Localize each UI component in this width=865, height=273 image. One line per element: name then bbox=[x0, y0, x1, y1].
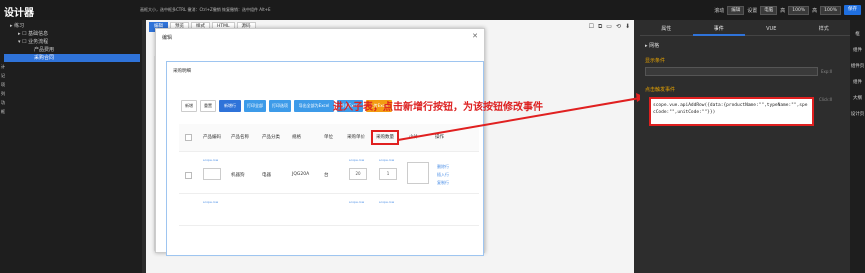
subform-col-header: 产品编码 bbox=[203, 135, 221, 140]
device-select[interactable]: 电脑 bbox=[760, 5, 778, 15]
edge-label[interactable]: 组件 bbox=[850, 80, 865, 86]
scope-row-link: scope.row bbox=[379, 200, 395, 204]
save-button[interactable]: 保存 bbox=[844, 5, 861, 15]
frame-icon[interactable]: ▭ bbox=[606, 23, 612, 31]
tree-list: ▸ 练习 ▸ ☐ 基础信息 ▾ ☐ 业务流程 产品费用 采购合同 bbox=[4, 22, 140, 62]
product-category: 电器 bbox=[262, 173, 271, 178]
reset-button[interactable]: 重置 bbox=[200, 100, 216, 112]
subform-row[interactable]: scope.row scope.row scope.row bbox=[179, 196, 479, 226]
properties-panel: 属性 事件 VUE 样式 ▸ 网格 显示条件 Exp:II 点击触发事件 scope.… bbox=[640, 20, 850, 273]
checkbox-icon[interactable]: ☐ bbox=[589, 23, 594, 31]
subform-select-all-checkbox[interactable] bbox=[185, 134, 192, 141]
scope-row-link: scope.row bbox=[203, 158, 219, 162]
edge-label[interactable]: 框 bbox=[850, 32, 865, 38]
click-event-editor[interactable]: scope.vue.apiAddRow({data:{productName:"… bbox=[649, 97, 814, 126]
expr-label: 显示条件 bbox=[645, 58, 666, 64]
canvas-toolbar-icons: ☐ ⧉ ▭ ⟲ ⬇ bbox=[589, 23, 630, 31]
print-all-button[interactable]: 打印全部 bbox=[244, 100, 266, 112]
width-input[interactable]: 100% bbox=[820, 5, 841, 15]
subform-col-header: 规格 bbox=[292, 135, 301, 140]
tree-item[interactable]: ▸ 练习 bbox=[4, 22, 140, 30]
product-spec: JQG20A bbox=[292, 172, 310, 177]
tree-item[interactable]: 采购合同 bbox=[4, 54, 140, 62]
edit-dialog: 编辑 ✕ 采购明细 新增 重置 新增行 打印全部 打印选项 导出全部为Excel 导出Exc… bbox=[155, 28, 485, 256]
expr-side-label: Exp:II bbox=[821, 69, 833, 74]
qty-input[interactable]: 1 bbox=[379, 168, 397, 180]
mode-select[interactable]: 编辑 bbox=[727, 5, 745, 15]
product-name: 机器狗 bbox=[231, 173, 245, 178]
product-unit: 台 bbox=[324, 173, 329, 178]
add-row-highlight bbox=[371, 130, 399, 145]
properties-tab[interactable]: 事件 bbox=[692, 24, 745, 36]
subform-col-header: 产品名称 bbox=[231, 135, 249, 140]
price-input[interactable]: 20 bbox=[349, 168, 367, 180]
query-button[interactable]: 新增 bbox=[181, 100, 197, 112]
scope-row-link: scope.row bbox=[349, 200, 365, 204]
edge-label[interactable]: 组件 bbox=[850, 48, 865, 54]
subform-col-header: 单位 bbox=[324, 135, 333, 140]
subform-col-header: 操作 bbox=[435, 135, 444, 140]
undo-icon[interactable]: ⟲ bbox=[616, 23, 621, 31]
left-side-label: 列 bbox=[1, 91, 5, 96]
print-options-button[interactable]: 打印选项 bbox=[269, 100, 291, 112]
tree-item[interactable]: ▾ ☐ 业务流程 bbox=[4, 38, 140, 46]
left-side-label: 计 bbox=[1, 64, 5, 69]
subform-grid-header: 产品编码 产品名称 产品分类 规格 单位 采购单价 采购数量 小计 操作 bbox=[179, 124, 479, 152]
product-code-input[interactable] bbox=[203, 168, 221, 180]
tree-item[interactable]: 产品费用 bbox=[4, 46, 140, 54]
height-label: 高 bbox=[780, 7, 786, 14]
mode-label: 滚动 bbox=[714, 7, 725, 14]
properties-tab[interactable]: 样式 bbox=[797, 24, 850, 36]
left-side-label: 功 bbox=[1, 100, 5, 105]
height-input[interactable]: 100% bbox=[788, 5, 810, 15]
section-title: ▸ 网格 bbox=[645, 43, 660, 49]
properties-tab[interactable]: 属性 bbox=[640, 24, 693, 36]
properties-tab[interactable]: VUE bbox=[745, 24, 798, 36]
subtotal-cell bbox=[407, 162, 429, 184]
subform-col-header: 小计 bbox=[409, 135, 418, 140]
event-label: 点击触发事件 bbox=[645, 87, 676, 93]
shortcut-hints: 画框大小，选中框多CTRL 撤消：Ctrl+Z撤销 恢复撤销：选中组件 Alt+… bbox=[140, 7, 271, 12]
edge-label[interactable]: 组件页 bbox=[850, 64, 865, 70]
export-all-excel-button[interactable]: 导出全部为Excel bbox=[294, 100, 334, 112]
device-label: 设置 bbox=[747, 7, 758, 14]
subform-col-header: 采购单价 bbox=[347, 135, 365, 140]
tree-item[interactable]: ▸ ☐ 基础信息 bbox=[4, 30, 140, 38]
left-side-label: 项 bbox=[1, 82, 5, 87]
subform-col-header: 产品分类 bbox=[262, 135, 280, 140]
copy-icon[interactable]: ⧉ bbox=[598, 23, 602, 31]
annotation-text: 进入子表，点击新增行按钮，为该按钮修改事件 bbox=[333, 102, 543, 113]
left-side-label: 框 bbox=[1, 109, 5, 114]
copy-row-link[interactable]: 复制行 bbox=[437, 180, 449, 186]
subform-row[interactable]: scope.row 机器狗 电器 JQG20A 台 scope.row 20 s… bbox=[179, 154, 479, 194]
subform-container: 采购明细 新增 重置 新增行 打印全部 打印选项 导出全部为Excel 导出Excel 上传E… bbox=[166, 61, 484, 256]
expr-input[interactable] bbox=[645, 67, 818, 76]
add-row-button[interactable]: 新增行 bbox=[219, 100, 241, 112]
topbar-controls: 滚动 编辑 设置 电脑 高 100% 高 100% 保存 bbox=[714, 5, 861, 15]
page-tree: ▸ 练习 ▸ ☐ 基础信息 ▾ ☐ 业务流程 产品费用 采购合同 计记项列功框 bbox=[0, 20, 142, 273]
dialog-title: 编辑 bbox=[162, 35, 173, 41]
subform-label: 采购明细 bbox=[173, 69, 191, 74]
width-label: 高 bbox=[812, 7, 818, 14]
scope-row-link: scope.row bbox=[379, 158, 395, 162]
download-icon[interactable]: ⬇ bbox=[625, 23, 630, 31]
insert-row-link[interactable]: 插入行 bbox=[437, 172, 449, 178]
subform-row-checkbox[interactable] bbox=[185, 172, 192, 179]
properties-tabs: 属性 事件 VUE 样式 bbox=[640, 24, 850, 36]
top-bar: 设计器 画框大小，选中框多CTRL 撤消：Ctrl+Z撤销 恢复撤销：选中组件 … bbox=[0, 0, 865, 20]
close-icon[interactable]: ✕ bbox=[472, 32, 478, 40]
right-edge-strip: 框组件 组件页 组件 大纲 设计页 bbox=[850, 20, 865, 273]
scope-row-link: scope.row bbox=[203, 200, 219, 204]
scope-row-link: scope.row bbox=[349, 158, 365, 162]
edge-label[interactable]: 大纲 bbox=[850, 96, 865, 102]
event-side-label: Click:II bbox=[819, 97, 833, 102]
app-title: 设计器 bbox=[4, 8, 34, 19]
edge-label[interactable]: 设计页 bbox=[850, 112, 865, 118]
left-side-label: 记 bbox=[1, 73, 5, 78]
delete-row-link[interactable]: 删除行 bbox=[437, 164, 449, 170]
